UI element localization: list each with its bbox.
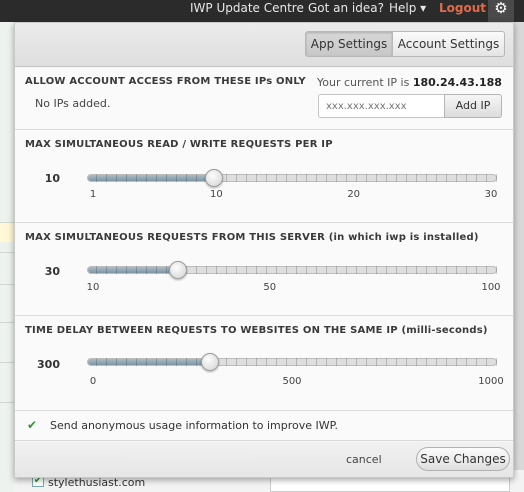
no-ips-note: No IPs added. (35, 97, 111, 110)
top-nav-bar: IWP Update Centre Got an idea? Help ▾ Lo… (0, 0, 524, 22)
background-row (0, 252, 14, 253)
time-delay-track[interactable] (87, 358, 497, 366)
slider-scale-label: 0 (89, 376, 97, 387)
settings-tabs: App Settings Account Settings (15, 23, 513, 67)
slider-scale-label: 500 (282, 376, 302, 387)
read-write-handle[interactable] (205, 169, 224, 187)
cancel-link[interactable]: cancel (346, 453, 382, 466)
panel-footer: cancel Save Changes (15, 442, 513, 477)
slider-scale-label: 50 (263, 282, 277, 293)
background-row (0, 284, 14, 285)
settings-panel: App Settings Account Settings ALLOW ACCO… (14, 22, 514, 478)
usage-row: ✔ Send anonymous usage information to im… (15, 411, 513, 441)
slider-scale-label: 1 (89, 189, 97, 200)
server-requests-value: 30 (44, 265, 60, 278)
slider-scale-label: 10 (86, 282, 100, 293)
background-page (0, 22, 14, 492)
slider-scale-label: 10 (210, 189, 223, 200)
current-ip-text: Your current IP is 180.24.43.188 (317, 76, 502, 89)
time-delay-handle[interactable] (201, 353, 219, 371)
save-changes-button[interactable]: Save Changes (416, 447, 510, 471)
background-row (0, 362, 14, 363)
read-write-track[interactable] (87, 174, 497, 182)
slider-scale-label: 100 (481, 282, 501, 293)
tab-account-settings[interactable]: Account Settings (392, 31, 505, 57)
read-write-title: MAX SIMULTANEOUS READ / WRITE REQUESTS P… (25, 139, 333, 150)
slider-scale-label: 1000 (478, 376, 504, 387)
background-row (0, 222, 14, 242)
tab-app-settings[interactable]: App Settings (305, 31, 393, 57)
help-menu[interactable]: Help ▾ (389, 0, 426, 22)
read-write-fill (88, 175, 215, 181)
slider-scale-label: 20 (347, 189, 361, 200)
slider-scale-label: 30 (484, 189, 498, 200)
usage-checkbox[interactable]: ✔ (27, 419, 39, 432)
server-requests-title: MAX SIMULTANEOUS REQUESTS FROM THIS SERV… (25, 232, 479, 243)
current-ip-prefix: Your current IP is (317, 76, 410, 89)
time-delay-value: 300 (37, 358, 60, 371)
logout-link[interactable]: Logout (439, 0, 486, 22)
server-requests-track[interactable] (87, 266, 497, 274)
server-requests-handle[interactable] (169, 261, 188, 279)
current-ip-value: 180.24.43.188 (412, 76, 502, 89)
time-delay-fill (88, 359, 211, 365)
ip-access-title: ALLOW ACCOUNT ACCESS FROM THESE IPs ONLY (25, 76, 306, 87)
server-requests-fill (88, 267, 179, 273)
ip-input[interactable] (318, 94, 445, 118)
background-row (0, 322, 14, 323)
add-ip-button[interactable]: Add IP (444, 94, 502, 118)
update-centre-link[interactable]: IWP Update Centre (190, 0, 304, 22)
got-idea-link[interactable]: Got an idea? (308, 0, 384, 22)
gear-icon[interactable]: ⚙ (488, 0, 514, 22)
background-row (0, 402, 14, 403)
time-delay-title: TIME DELAY BETWEEN REQUESTS TO WEBSITES … (25, 325, 488, 336)
usage-label[interactable]: Send anonymous usage information to impr… (50, 419, 338, 432)
read-write-value: 10 (44, 172, 60, 185)
